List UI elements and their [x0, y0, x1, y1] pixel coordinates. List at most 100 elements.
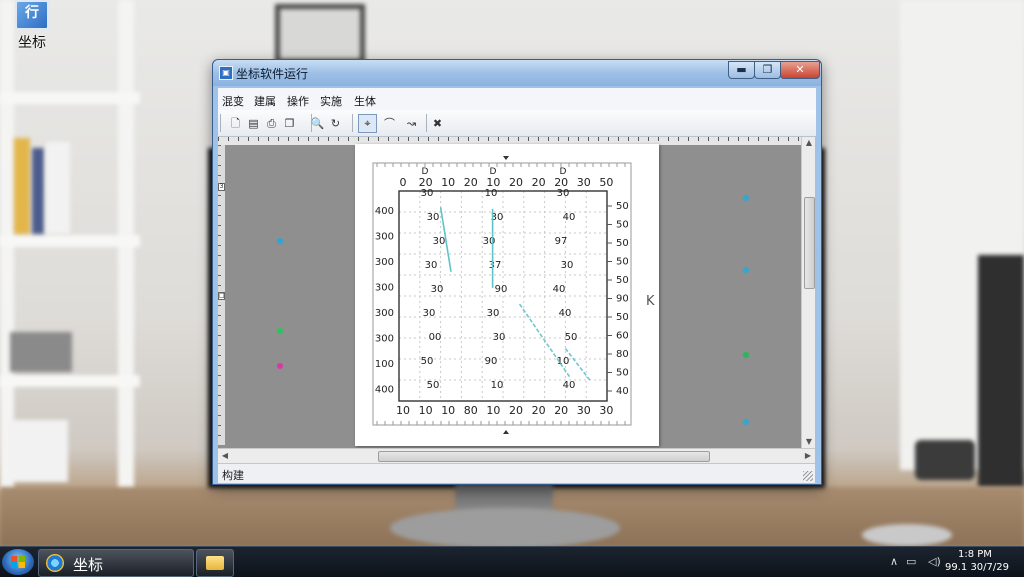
shelf: [0, 375, 140, 387]
menu-item-1[interactable]: 混变: [222, 93, 244, 109]
menu-item-2[interactable]: 建属: [254, 93, 276, 109]
print-icon[interactable]: ⎙: [262, 114, 281, 133]
left-tick-label: 300: [375, 232, 394, 243]
clock-date[interactable]: 99.1 30/7/29: [945, 562, 1009, 573]
close-button[interactable]: ✕: [780, 61, 820, 79]
inner-value-label: 30: [483, 236, 496, 247]
inner-value-label: 10: [485, 188, 498, 199]
right-tick-label: 60: [616, 331, 629, 342]
minimize-button[interactable]: ▬: [728, 61, 755, 79]
background-monitor: [978, 255, 1024, 487]
horizontal-scroll-thumb[interactable]: [378, 451, 710, 462]
horizontal-scrollbar[interactable]: ◀ ▶: [218, 448, 815, 463]
right-tick-label: 50: [616, 312, 629, 323]
taskbar-app-label: 坐标: [73, 556, 104, 574]
refresh-icon[interactable]: ↻: [326, 114, 345, 133]
bottom-arrow-indicator: [503, 430, 509, 434]
window-title: 坐标软件运行: [236, 67, 309, 81]
app-shortcut-icon: 行: [15, 0, 49, 30]
scroll-left-icon[interactable]: ◀: [218, 449, 232, 463]
zoom-icon[interactable]: 🔍: [308, 114, 327, 133]
canvas-marker[interactable]: [743, 352, 749, 358]
tools-icon[interactable]: ✖: [428, 114, 447, 133]
canvas-marker[interactable]: [743, 419, 749, 425]
resize-grip[interactable]: [803, 471, 813, 481]
scroll-down-icon[interactable]: ▼: [802, 436, 815, 448]
scroll-up-icon[interactable]: ▲: [802, 137, 815, 149]
toolbar-separator: [352, 114, 353, 132]
title-bar[interactable]: ▣ 坐标软件运行 ▬ ❐ ✕: [213, 60, 821, 86]
vertical-scroll-thumb[interactable]: [804, 197, 815, 289]
book: [14, 138, 30, 234]
clock-time[interactable]: 1:8 PM: [958, 549, 992, 560]
ruler-handle[interactable]: □: [218, 292, 225, 300]
start-button[interactable]: [2, 549, 34, 575]
bottom-tick-label: 20: [532, 404, 546, 417]
maximize-button[interactable]: ❐: [754, 61, 781, 79]
top-tick-label: 20: [532, 176, 546, 189]
line-tool-icon[interactable]: ↝: [402, 114, 421, 133]
app-icon: ▣: [219, 66, 233, 80]
curve-tool-icon[interactable]: ⌒: [380, 114, 399, 133]
open-icon[interactable]: ▤: [244, 114, 263, 133]
toolbar-separator: [220, 114, 221, 132]
menu-item-3[interactable]: 操作: [287, 93, 309, 109]
left-tick-label: 300: [375, 334, 394, 345]
inner-value-label: 30: [425, 260, 438, 271]
toolbar-separator: [426, 114, 427, 132]
right-tick-label: 50: [616, 238, 629, 249]
scroll-right-icon[interactable]: ▶: [801, 449, 815, 463]
inner-value-label: 30: [423, 308, 436, 319]
volume-icon[interactable]: ◁): [928, 555, 941, 568]
bottom-tick-label: 80: [464, 404, 478, 417]
ruler-mark[interactable]: 3: [218, 183, 225, 191]
top-tick-label: 50: [599, 176, 613, 189]
right-tick-label: 50: [616, 201, 629, 212]
copy-icon[interactable]: ❐: [280, 114, 299, 133]
menu-bar: 混变 建属 操作 实施 生体: [218, 88, 816, 110]
right-tick-label: 40: [616, 386, 629, 397]
right-tick-label: 50: [616, 257, 629, 268]
shelf: [0, 92, 140, 104]
left-tick-label: 100: [375, 359, 394, 370]
inner-value-label: 50: [565, 332, 578, 343]
inner-value-label: 30: [431, 284, 444, 295]
top-tick-label: 20: [509, 176, 523, 189]
network-icon[interactable]: ▭: [906, 555, 916, 568]
top-tick-label: 0: [400, 176, 407, 189]
inner-value-label: 50: [421, 356, 434, 367]
canvas-marker[interactable]: [277, 328, 283, 334]
right-tick-label: 50: [616, 220, 629, 231]
inner-value-label: 30: [561, 260, 574, 271]
book: [32, 148, 44, 234]
document-page: D D D 0 20 10 20 10 20 20 20 30 50 10 10 10 80 10 20 20 20 30…: [355, 144, 659, 446]
taskbar-folder-button[interactable]: [196, 549, 234, 577]
canvas-marker[interactable]: [277, 238, 283, 244]
canvas-marker[interactable]: [277, 363, 283, 369]
desktop-shortcut[interactable]: 行 坐标: [8, 0, 56, 52]
new-doc-icon[interactable]: 🗋: [226, 114, 245, 133]
left-tick-label: 300: [375, 257, 394, 268]
pick-tool-icon[interactable]: ⌖: [358, 114, 377, 133]
taskbar-app-button[interactable]: 坐标: [38, 549, 194, 577]
canvas-area[interactable]: 3 □ D D D 0 20 10 20 10 20 20 20 30 50 10 10 10 80 10 20 20…: [218, 137, 815, 448]
left-tick-label: 300: [375, 308, 394, 319]
wall-picture: [275, 4, 365, 64]
inner-value-label: 90: [495, 284, 508, 295]
storage-box: [10, 332, 72, 372]
left-tick-label: 400: [375, 206, 394, 217]
desktop-shortcut-label: 坐标: [18, 35, 46, 51]
inner-value-label: 90: [485, 356, 498, 367]
windows-logo-icon: [11, 556, 25, 568]
taskbar: 坐标 ∧ ▭ ◁) 1:8 PM 99.1 30/7/29: [0, 546, 1024, 577]
vertical-scrollbar[interactable]: ▲ ▼: [801, 137, 815, 448]
bottom-tick-label: 10: [396, 404, 410, 417]
menu-item-4[interactable]: 实施: [320, 93, 342, 109]
canvas-marker[interactable]: [743, 267, 749, 273]
vertical-ruler: 3 □: [218, 145, 225, 445]
show-hidden-icons-icon[interactable]: ∧: [890, 555, 898, 568]
inner-value-label: 40: [563, 380, 576, 391]
menu-item-5[interactable]: 生体: [354, 93, 376, 109]
canvas-marker[interactable]: [743, 195, 749, 201]
top-arrow-indicator: [503, 156, 509, 160]
